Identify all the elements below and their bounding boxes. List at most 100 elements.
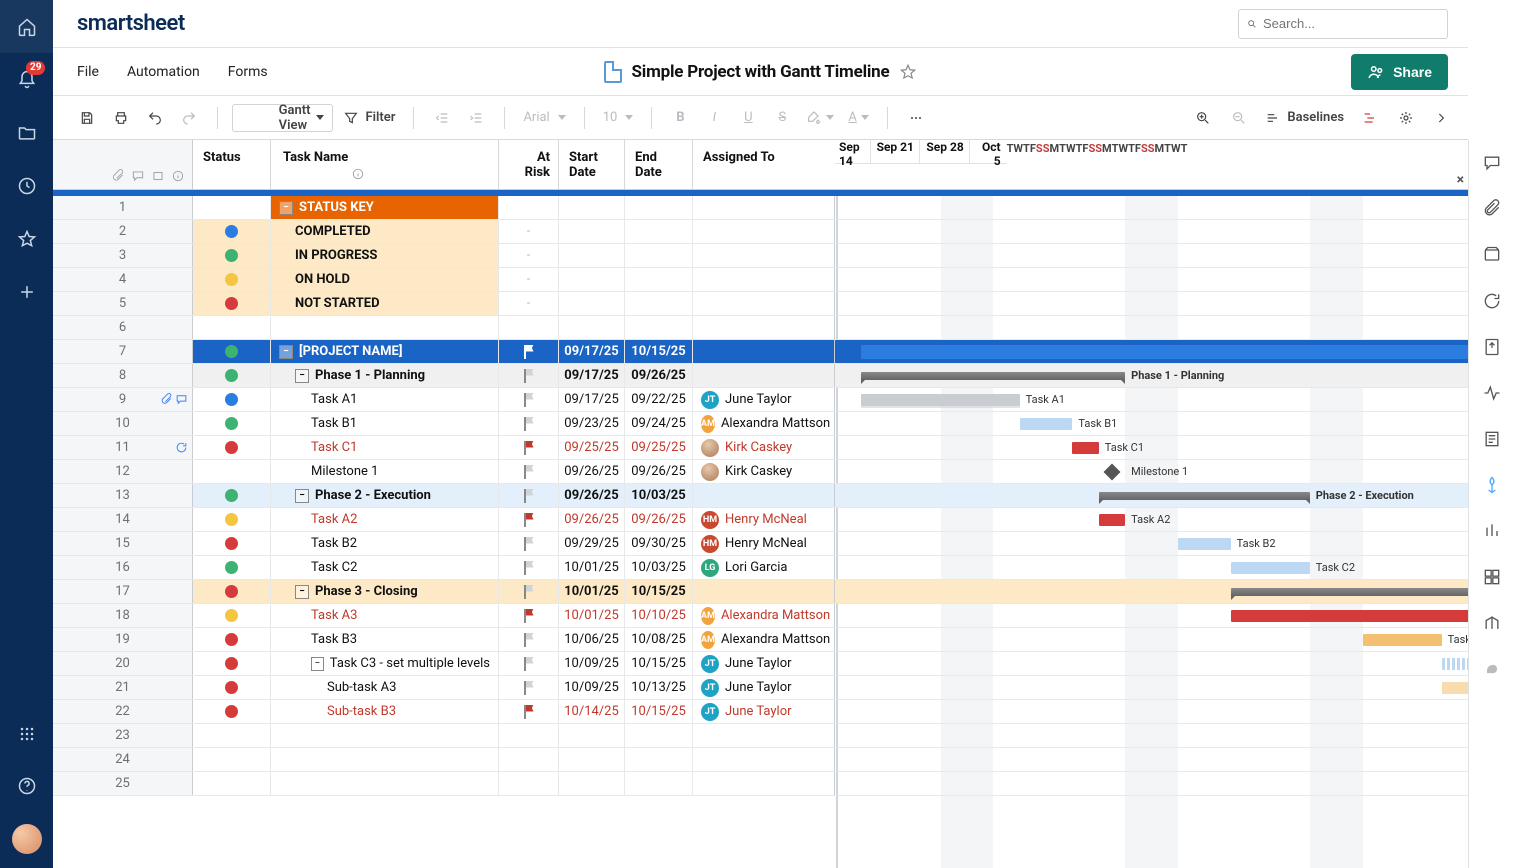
assigned-cell[interactable]: AMAlexandra Mattson [693,412,835,435]
assigned-cell[interactable]: AMAlexandra Mattson [693,604,835,627]
apps-icon[interactable] [0,707,53,760]
risk-cell[interactable] [499,700,559,723]
gantt-bar[interactable] [861,372,1125,380]
gantt-cell[interactable] [835,340,1468,363]
task-cell[interactable] [271,748,499,771]
status-cell[interactable] [193,388,271,411]
gantt-cell[interactable]: Task A1 [835,388,1468,411]
dynamic-view-icon[interactable] [1469,600,1514,646]
task-cell[interactable]: Task C2 [271,556,499,579]
task-cell[interactable]: NOT STARTED [271,292,499,315]
assigned-cell[interactable]: JTJune Taylor [693,676,835,699]
italic-icon[interactable]: I [700,104,728,132]
gantt-cell[interactable] [835,268,1468,291]
start-date-cell[interactable] [559,316,625,339]
row-number[interactable]: 20 [53,652,193,675]
start-date-cell[interactable]: 09/26/25 [559,460,625,483]
sheet-title[interactable]: Simple Project with Gantt Timeline [632,62,890,82]
grid-row[interactable]: 1−STATUS KEY [53,196,1468,220]
clip-icon[interactable] [160,393,173,406]
status-cell[interactable] [193,316,271,339]
gantt-cell[interactable]: Sub-task B3 [835,700,1468,723]
status-cell[interactable] [193,292,271,315]
collapse-toggle[interactable]: − [295,489,309,503]
status-cell[interactable] [193,412,271,435]
gantt-cell[interactable] [835,292,1468,315]
task-cell[interactable]: COMPLETED [271,220,499,243]
row-number[interactable]: 14 [53,508,193,531]
row-number[interactable]: 23 [53,724,193,747]
col-risk[interactable]: At Risk [499,140,559,189]
row-number[interactable]: 13 [53,484,193,507]
assigned-cell[interactable]: JTJune Taylor [693,700,835,723]
grid-row[interactable]: 3IN PROGRESS- [53,244,1468,268]
grid-row[interactable]: 11Task C109/25/2509/25/25Kirk CaskeyTask… [53,436,1468,460]
risk-cell[interactable] [499,364,559,387]
font-selector[interactable]: Arial [519,104,569,132]
risk-cell[interactable] [499,532,559,555]
end-date-cell[interactable]: 10/15/25 [625,700,693,723]
search-input[interactable] [1238,9,1448,39]
row-number[interactable]: 19 [53,628,193,651]
assigned-cell[interactable]: HMHenry McNeal [693,508,835,531]
task-cell[interactable]: Sub-task A3 [271,676,499,699]
assigned-cell[interactable] [693,196,835,219]
status-cell[interactable] [193,196,271,219]
assigned-cell[interactable] [693,244,835,267]
assigned-cell[interactable]: Kirk Caskey [693,436,835,459]
end-date-cell[interactable]: 09/25/25 [625,436,693,459]
gantt-cell[interactable] [835,244,1468,267]
task-cell[interactable]: Task A2 [271,508,499,531]
gantt-cell[interactable]: Task A3 [835,604,1468,627]
task-cell[interactable]: −[PROJECT NAME] [271,340,499,363]
status-cell[interactable] [193,556,271,579]
task-cell[interactable]: IN PROGRESS [271,244,499,267]
row-number[interactable]: 1 [53,196,193,219]
row-proof-icon[interactable] [151,169,165,183]
gantt-cell[interactable]: Task C1 [835,436,1468,459]
start-date-cell[interactable]: 10/09/25 [559,652,625,675]
gantt-bar[interactable] [1020,418,1073,430]
end-date-cell[interactable]: 10/13/25 [625,676,693,699]
assigned-cell[interactable] [693,484,835,507]
assigned-cell[interactable]: AMAlexandra Mattson [693,628,835,651]
gantt-bar[interactable] [1099,492,1310,500]
gantt-bar[interactable] [1442,658,1468,670]
gantt-bar[interactable] [1442,682,1468,694]
end-date-cell[interactable]: 10/03/25 [625,556,693,579]
row-number[interactable]: 9 [53,388,193,411]
filter-button[interactable]: Filter [339,104,399,132]
publish-icon[interactable] [1469,324,1514,370]
grid-row[interactable]: 17−Phase 3 - Closing10/01/2510/15/25Phas… [53,580,1468,604]
menu-file[interactable]: File [77,64,99,80]
task-cell[interactable]: ON HOLD [271,268,499,291]
grid-row[interactable]: 16Task C210/01/2510/03/25LGLori GarciaTa… [53,556,1468,580]
zoom-in-icon[interactable] [1189,104,1217,132]
task-cell[interactable]: −Task C3 - set multiple levels [271,652,499,675]
gantt-cell[interactable] [835,724,1468,747]
gantt-cell[interactable]: Phase 1 - Planning [835,364,1468,387]
collapse-toggle[interactable]: − [295,369,309,383]
gantt-bar[interactable] [1231,588,1468,596]
refresh-icon[interactable] [175,441,188,454]
share-button[interactable]: Share [1351,54,1448,90]
risk-cell[interactable] [499,772,559,795]
end-date-cell[interactable] [625,316,693,339]
outdent-icon[interactable] [428,104,456,132]
row-number[interactable]: 25 [53,772,193,795]
user-avatar[interactable] [12,824,42,854]
assigned-cell[interactable] [693,340,835,363]
row-number[interactable]: 16 [53,556,193,579]
fill-color-icon[interactable] [802,104,838,132]
start-date-cell[interactable] [559,724,625,747]
risk-cell[interactable] [499,484,559,507]
status-cell[interactable] [193,748,271,771]
collapse-toggle[interactable]: − [279,201,293,215]
gantt-cell[interactable] [835,196,1468,219]
folder-icon[interactable] [0,106,53,159]
row-number[interactable]: 24 [53,748,193,771]
end-date-cell[interactable]: 09/24/25 [625,412,693,435]
recent-icon[interactable] [0,159,53,212]
assigned-cell[interactable] [693,268,835,291]
start-date-cell[interactable]: 09/29/25 [559,532,625,555]
